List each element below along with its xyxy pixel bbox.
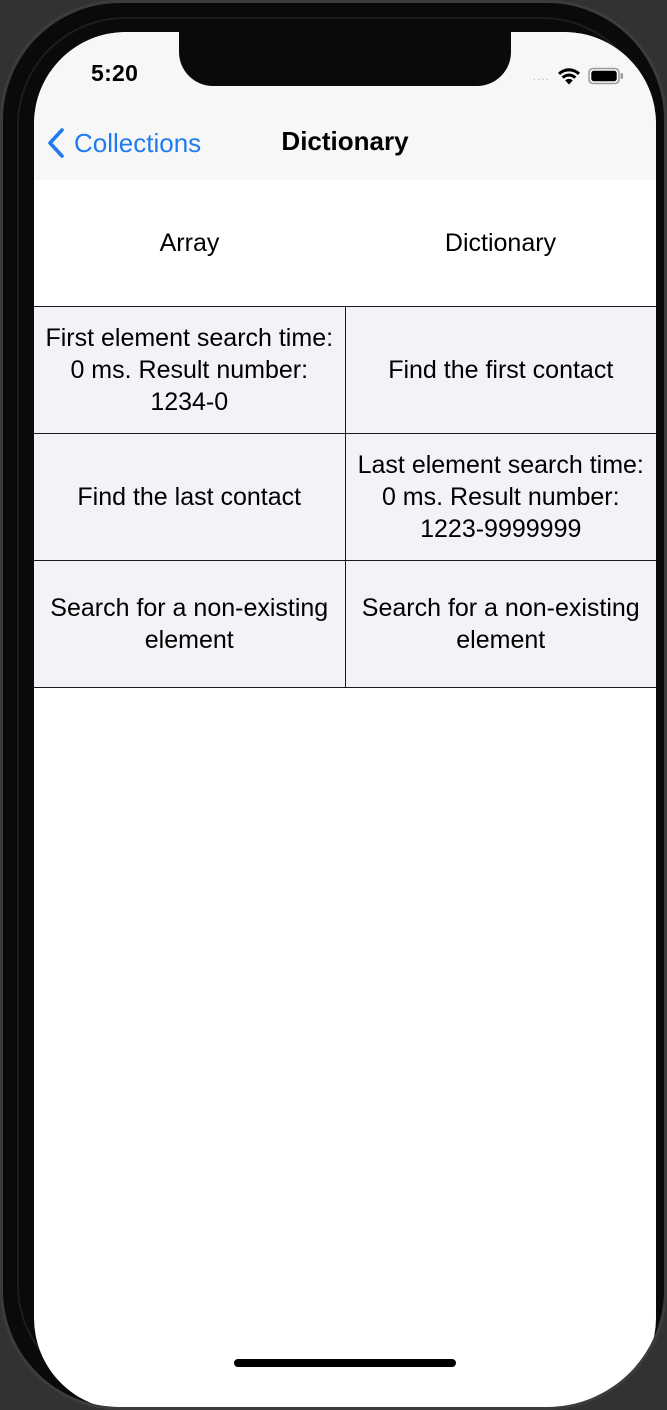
device-frame: 5:20 .... Collections Dictionary Array D…: [0, 0, 667, 1410]
table-row: Search for a non-existing element Search…: [34, 561, 656, 688]
status-time: 5:20: [91, 60, 139, 86]
column-header-dictionary: Dictionary: [444, 228, 557, 257]
status-icons: ....: [533, 65, 624, 87]
column-header-array: Array: [159, 228, 220, 257]
comparison-table: Array Dictionary First element search ti…: [34, 180, 656, 688]
array-last-search-button[interactable]: Find the last contact: [34, 434, 346, 560]
device-notch: [179, 32, 511, 86]
dictionary-first-search-button[interactable]: Find the first contact: [345, 307, 656, 433]
wifi-icon: [558, 68, 580, 85]
table-header-row: Array Dictionary: [34, 180, 656, 307]
dictionary-nonexisting-search-button[interactable]: Search for a non-existing element: [345, 561, 656, 687]
page-title: Dictionary: [281, 126, 409, 156]
battery-icon: [588, 67, 623, 85]
dictionary-last-search-button[interactable]: Last element search time: 0 ms. Result n…: [345, 434, 656, 560]
table-row: First element search time: 0 ms. Result …: [34, 307, 656, 434]
signal-dots: ....: [532, 69, 550, 83]
table-row: Find the last contact Last element searc…: [34, 434, 656, 561]
app-screen: 5:20 .... Collections Dictionary Array D…: [34, 32, 656, 1407]
array-nonexisting-search-button[interactable]: Search for a non-existing element: [34, 561, 346, 687]
home-indicator[interactable]: [234, 1359, 456, 1367]
array-first-search-button[interactable]: First element search time: 0 ms. Result …: [34, 307, 346, 433]
